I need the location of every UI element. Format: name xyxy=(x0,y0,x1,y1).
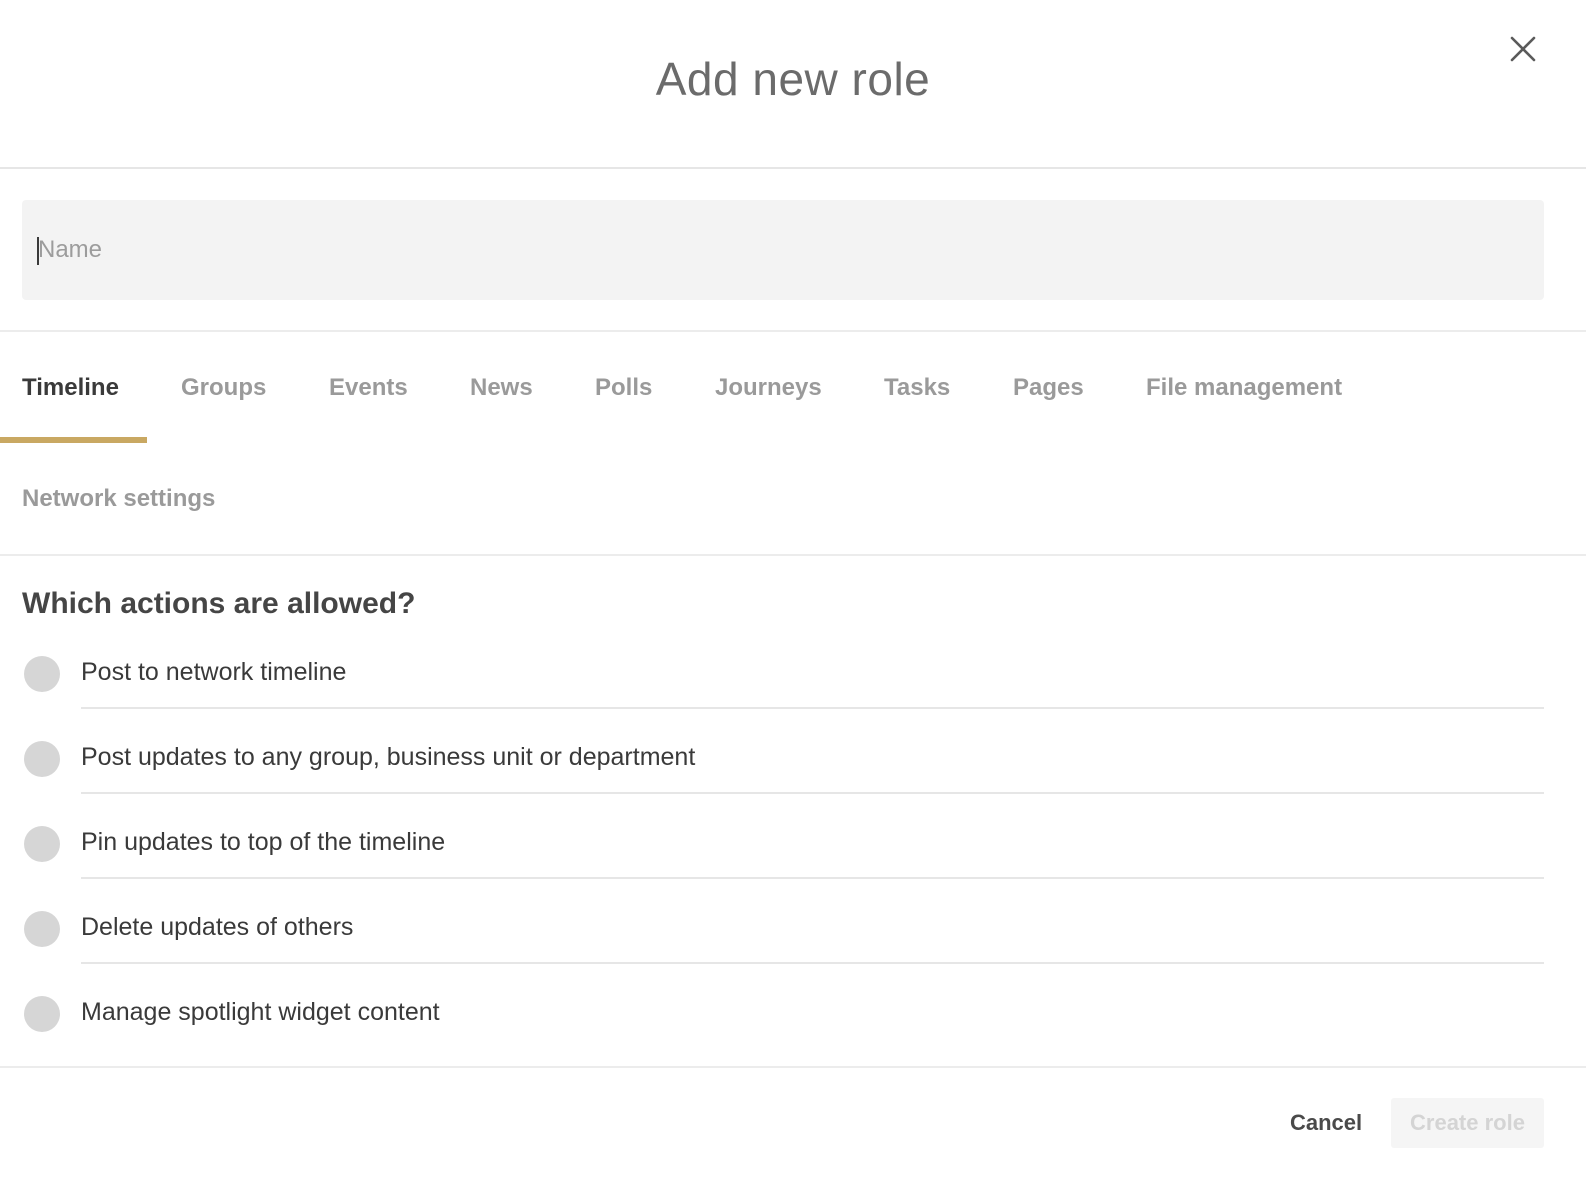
name-section xyxy=(0,169,1586,332)
close-button[interactable] xyxy=(1510,36,1536,62)
add-role-dialog: Add new role Timeline Groups Events News… xyxy=(0,0,1586,1180)
tab-journeys[interactable]: Journeys xyxy=(715,374,822,402)
tab-tasks[interactable]: Tasks xyxy=(884,374,950,402)
permission-label: Delete updates of others xyxy=(81,913,354,941)
tab-groups[interactable]: Groups xyxy=(181,374,266,402)
permission-toggle[interactable] xyxy=(24,911,60,947)
tab-pages[interactable]: Pages xyxy=(1013,374,1084,402)
permission-toggle[interactable] xyxy=(24,741,60,777)
permission-label: Post updates to any group, business unit… xyxy=(81,743,696,771)
permission-row[interactable]: Delete updates of others xyxy=(22,911,1544,996)
permission-toggle[interactable] xyxy=(24,656,60,692)
tab-network-settings[interactable]: Network settings xyxy=(22,485,215,513)
tab-timeline[interactable]: Timeline xyxy=(22,374,119,402)
row-divider xyxy=(81,792,1544,794)
row-divider xyxy=(81,707,1544,709)
permission-row[interactable]: Post to network timeline xyxy=(22,656,1544,741)
permission-row[interactable]: Pin updates to top of the timeline xyxy=(22,826,1544,911)
permission-toggle[interactable] xyxy=(24,826,60,862)
row-divider xyxy=(81,962,1544,964)
permission-tabs: Timeline Groups Events News Polls Journe… xyxy=(0,332,1586,556)
dialog-title: Add new role xyxy=(655,53,931,105)
role-name-input[interactable] xyxy=(22,200,1544,300)
tab-polls[interactable]: Polls xyxy=(595,374,652,402)
dialog-footer: Cancel Create role xyxy=(0,1066,1586,1180)
dialog-header: Add new role xyxy=(0,0,1586,169)
cancel-button[interactable]: Cancel xyxy=(1290,1110,1362,1136)
permission-label: Post to network timeline xyxy=(81,658,347,686)
permission-toggle[interactable] xyxy=(24,996,60,1032)
permission-row[interactable]: Post updates to any group, business unit… xyxy=(22,741,1544,826)
active-tab-indicator xyxy=(0,437,147,443)
permission-label: Pin updates to top of the timeline xyxy=(81,828,446,856)
permission-label: Manage spotlight widget content xyxy=(81,998,440,1026)
tab-events[interactable]: Events xyxy=(329,374,408,402)
tab-news[interactable]: News xyxy=(470,374,533,402)
permissions-heading: Which actions are allowed? xyxy=(22,587,416,620)
tab-file-management[interactable]: File management xyxy=(1146,374,1342,402)
row-divider xyxy=(81,877,1544,879)
close-icon xyxy=(1510,36,1536,62)
permission-row[interactable]: Manage spotlight widget content xyxy=(22,996,1544,1056)
text-caret xyxy=(37,237,39,265)
create-role-button[interactable]: Create role xyxy=(1391,1098,1544,1148)
